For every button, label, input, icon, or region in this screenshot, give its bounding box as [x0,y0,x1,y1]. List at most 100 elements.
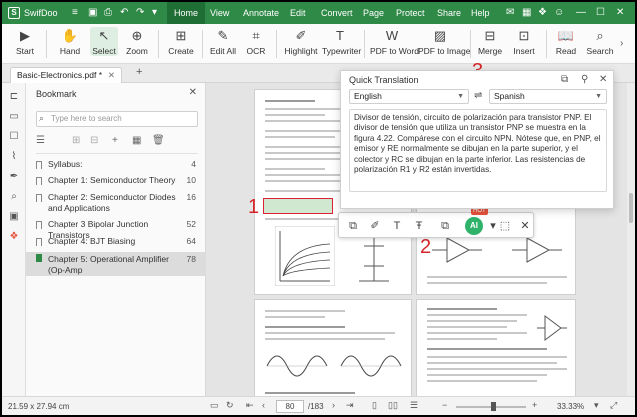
delete-bookmark-icon[interactable]: 🗑 [152,135,165,146]
menu-protect[interactable]: Protect [389,2,432,24]
undo-icon[interactable]: ↶ [120,7,128,19]
zoom-dropdown-icon[interactable]: ▾ [594,400,599,411]
strikethrough-icon[interactable]: Ŧ [411,218,427,234]
close-icon[interactable]: ✕ [517,218,533,234]
mail-icon[interactable]: ✉ [506,7,514,19]
highlight-button[interactable]: ✐ Highlight [284,27,318,56]
merge-button[interactable]: ⊟ Merge [476,27,504,56]
add-bookmark-icon[interactable]: + [112,135,118,146]
menu-share[interactable]: Share [430,2,468,24]
first-page-icon[interactable]: ⇤ [246,400,254,411]
redo-icon[interactable]: ↷ [136,7,144,19]
scroll-view-icon[interactable]: ☰ [410,400,418,411]
fit-page-icon[interactable]: ▭ [210,400,219,411]
share-icon[interactable]: ⬚ [497,218,513,234]
insert-button[interactable]: ⊡ Insert [510,27,538,56]
minimize-icon[interactable]: — [576,7,586,19]
bookmark-tools: ☰ ⊞ ⊟ + ▦ 🗑 [36,135,198,149]
vertical-scrollbar[interactable] [627,83,635,396]
bookmark-flag-icon [36,221,42,229]
print-icon[interactable]: ⎙ [104,7,112,19]
menu-home[interactable]: Home [167,2,206,24]
create-button[interactable]: ⊞ Create [166,27,196,56]
maximize-icon[interactable]: ☐ [596,7,605,19]
menu-page[interactable]: Page [356,2,391,24]
menu-edit[interactable]: Edit [283,2,313,24]
target-language-select[interactable]: Spanish ▼ [489,89,607,104]
edit-all-button[interactable]: ✎ Edit All [208,27,238,56]
grid-icon[interactable]: ▦ [522,7,531,19]
amplifier-figure [537,315,567,341]
list-icon[interactable]: ☰ [36,135,45,146]
swap-languages-icon[interactable]: ⇌ [474,90,482,101]
menu-lines-icon[interactable]: ≡ [72,7,78,19]
translate-icon[interactable]: ⧉ [437,218,453,234]
bookmark-search-input[interactable]: Type here to search [36,111,198,127]
copy-icon[interactable]: ⧉ [345,218,361,234]
more-icon[interactable]: ▾ [152,7,157,19]
next-page-icon[interactable]: › [332,400,335,410]
ocr-button[interactable]: ⌗ OCR [244,27,268,56]
bookmark-item[interactable]: Chapter 3 Bipolar Junction Transistors 5… [26,219,206,240]
collapse-icon[interactable]: ⊟ [90,135,98,146]
zoom-button[interactable]: ⊕ Zoom [124,27,150,56]
scrollbar-thumb[interactable] [629,193,633,223]
toolbar-divider [364,30,365,58]
copy-translation-icon[interactable]: ⧉ [561,74,568,85]
selected-text-highlight[interactable] [263,198,333,214]
hand-button[interactable]: ✋ Hand [56,27,84,56]
typewriter-button[interactable]: T Typewriter [322,27,361,56]
tab-close-icon[interactable]: ✕ [108,68,115,83]
tab-document[interactable]: Basic-Electronics.pdf * ✕ [10,67,122,83]
double-page-view-icon[interactable]: ▯▯ [388,400,398,411]
translation-result-text[interactable]: Divisor de tensión, circuito de polariza… [349,109,607,192]
menu-convert[interactable]: Convert [314,2,360,24]
search-panel-icon[interactable]: ⌕ [8,191,20,203]
pdf-to-word-button[interactable]: W PDF to Word [370,27,419,56]
bookmark-item[interactable]: Chapter 4: BJT Biasing 64 [26,236,206,250]
zoom-slider-handle[interactable] [491,402,496,411]
attachment-icon[interactable]: ⌇ [8,151,20,163]
thumbnail-icon[interactable]: ▭ [8,111,20,123]
text-icon[interactable]: T [389,218,405,234]
image-icon[interactable]: ▣ [8,211,20,223]
source-language-select[interactable]: English ▼ [349,89,469,104]
select-button[interactable]: ↖ Select [90,27,118,56]
zoom-in-icon[interactable]: + [532,400,537,410]
collapse-ribbon-icon[interactable]: › [620,38,623,49]
new-tab-icon[interactable]: + [136,66,142,78]
user-icon[interactable]: ☺ [554,7,564,19]
ai-assistant-button[interactable]: AI [465,217,483,235]
menu-view[interactable]: View [203,2,236,24]
signature-icon[interactable]: ✒ [8,171,20,183]
bookmark-item[interactable]: Syllabus: 4 [26,159,206,173]
bookmark-icon[interactable]: ⊏ [8,91,20,103]
close-window-icon[interactable]: ✕ [616,7,624,19]
expand-icon[interactable]: ⊞ [72,135,80,146]
single-page-view-icon[interactable]: ▯ [372,400,377,411]
fullscreen-icon[interactable]: ⤢ [610,400,617,411]
gift-icon[interactable]: ❖ [8,231,20,243]
bookmark-close-icon[interactable]: ✕ [189,87,197,98]
rotate-icon[interactable]: ↻ [226,400,234,411]
menu-annotate[interactable]: Annotate [236,2,286,24]
prev-page-icon[interactable]: ‹ [262,400,265,410]
menu-help[interactable]: Help [464,2,497,24]
edit-bookmark-icon[interactable]: ▦ [132,135,141,146]
comment-icon[interactable]: ☐ [8,131,20,143]
bookmark-item[interactable]: Chapter 2: Semiconductor Diodes and Appl… [26,192,206,216]
read-button[interactable]: 📖 Read [552,27,580,56]
save-icon[interactable]: ▣ [88,7,97,19]
gift-icon[interactable]: ❖ [538,7,547,19]
start-button[interactable]: ▶ Start [12,27,38,56]
bookmark-item[interactable]: Chapter 1: Semiconductor Theory 10 [26,175,206,189]
last-page-icon[interactable]: ⇥ [346,400,354,411]
current-page-input[interactable]: 80 [276,400,304,413]
highlight-icon[interactable]: ✐ [367,218,383,234]
bookmark-item-selected[interactable]: Chapter 5: Operational Amplifier (Op-Amp… [26,252,206,276]
zoom-out-icon[interactable]: − [442,400,447,410]
close-panel-icon[interactable]: ✕ [599,74,607,85]
pdf-to-image-button[interactable]: ▨ PDF to Image [418,27,470,56]
search-button[interactable]: ⌕ Search [586,27,614,56]
pin-icon[interactable]: ⚲ [581,74,588,85]
